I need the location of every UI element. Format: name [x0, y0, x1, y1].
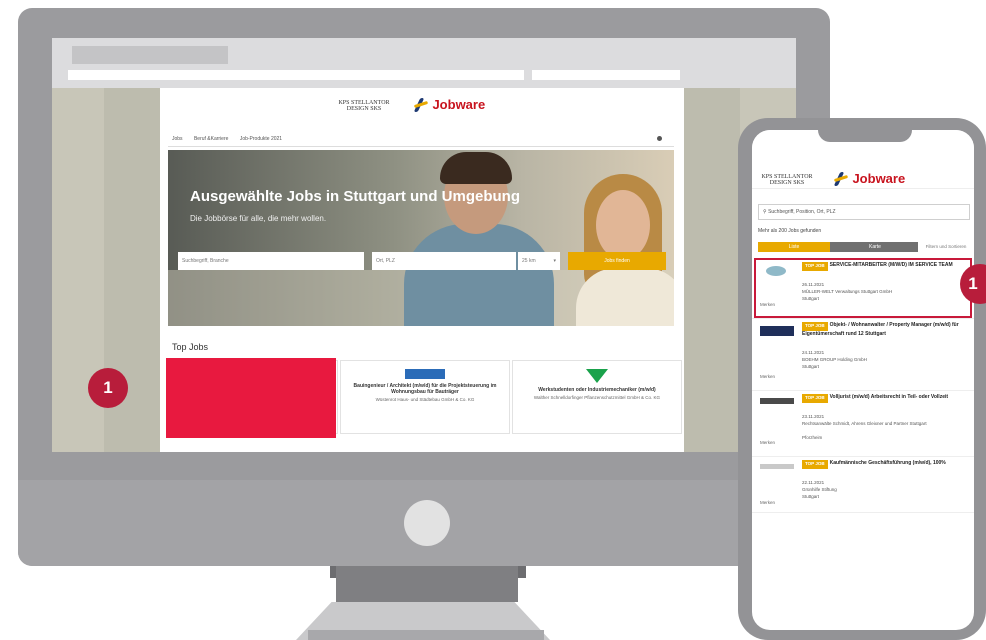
jobware-runner-icon: [413, 97, 429, 112]
top-job-card-3[interactable]: Werkstudenten oder Industriemechaniker (…: [512, 360, 682, 434]
jobware-brand-text: Jobware: [432, 97, 486, 112]
job-location: Pforzheim: [802, 435, 823, 440]
top-job-badge: TOP JOB: [802, 394, 828, 403]
job-location: Stuttgart: [802, 364, 820, 369]
page-side-right: [684, 88, 740, 452]
main-nav: Jobs Beruf &Karriere Job-Produkte 2021: [168, 132, 674, 147]
job-company: Grünhilfe Stiftung: [802, 487, 837, 492]
partner-logo: KPS STELLANTOR DESIGN SKS: [761, 174, 813, 186]
list-item[interactable]: TOP JOB Volljurist (m/w/d) Arbeitsrecht i…: [752, 390, 974, 457]
hero-subtitle: Die Jobbörse für alle, die mehr wollen.: [190, 214, 327, 223]
jobware-logo[interactable]: Jobware: [413, 96, 486, 114]
job-title-line: TOP JOB Volljurist (m/w/d) Arbeitsrecht i…: [802, 394, 968, 403]
partner-logo: KPS STELLANTOR DESIGN SKS: [338, 100, 390, 112]
result-count: Mehr als 200 Jobs gefunden: [758, 228, 822, 234]
monitor-power-button: [404, 500, 450, 546]
company-logo: [760, 464, 794, 469]
hero-title: Ausgewählte Jobs in Stuttgart und Umgebu…: [190, 188, 520, 205]
top-jobs-heading: Top Jobs: [172, 342, 209, 352]
browser-toolbar: [52, 38, 796, 88]
monitor-stand-foot: [308, 630, 544, 640]
radius-value: 25 km: [522, 258, 536, 264]
save-button[interactable]: Merken: [760, 500, 775, 505]
job-date: 24.11.2021: [802, 350, 825, 355]
highlight-box-red: [754, 258, 972, 318]
mobile-search-input[interactable]: ⚲ Suchbegriff, Position, Ort, PLZ: [758, 204, 970, 220]
save-button[interactable]: Merken: [760, 374, 775, 379]
job-title: Kaufmännische Geschäftsführung (m/w/d), …: [829, 460, 946, 466]
jobware-runner-icon: [833, 171, 849, 186]
list-item[interactable]: TOP JOB Objekt- / Wohnanwalter / Property…: [752, 318, 974, 391]
company-logo: [586, 369, 608, 383]
highlight-overlay-red: [166, 358, 336, 438]
callout-badge-left: 1: [88, 368, 128, 408]
nav-item-jobs[interactable]: Jobs: [172, 136, 183, 142]
top-job-card-2[interactable]: Bauingenieur / Architekt (m/w/d) für die…: [340, 360, 510, 434]
keyword-input[interactable]: Suchbegriff, Branche: [178, 252, 364, 270]
job-date: 22.11.2021: [802, 480, 825, 485]
hero-woman-face: [596, 190, 650, 260]
browser-address-bar[interactable]: [68, 70, 524, 80]
job-title: Volljurist (m/w/d) Arbeitsrecht in Teil-…: [829, 394, 949, 400]
phone-notch: [818, 126, 912, 142]
chevron-down-icon: ▾: [553, 258, 556, 264]
job-company: BOEHM GROUP Holding GmbH: [802, 357, 867, 362]
location-input[interactable]: Ort, PLZ: [372, 252, 516, 270]
radius-select[interactable]: 25 km ▾: [518, 252, 560, 270]
filter-sort-link[interactable]: Filtern und Sortieren: [922, 242, 970, 252]
job-title: Bauingenieur / Architekt (m/w/d) für die…: [353, 383, 497, 395]
jobware-logo[interactable]: Jobware: [833, 170, 906, 188]
monitor-screen: KPS STELLANTOR DESIGN SKS Jobware Jobs B…: [52, 38, 796, 452]
browser-search-bar[interactable]: [532, 70, 680, 80]
job-company: Wüstenrot Haus- und Städtebau GmbH & Co.…: [375, 397, 475, 402]
jobware-brand-text: Jobware: [852, 171, 906, 186]
search-icon: ⚲: [763, 209, 767, 215]
hero-banner: Ausgewählte Jobs in Stuttgart und Umgebu…: [168, 150, 674, 326]
hero-man-hair: [440, 152, 512, 184]
tab-list[interactable]: Liste: [758, 242, 830, 252]
job-date: 23.11.2021: [802, 414, 825, 419]
job-location: Stuttgart: [802, 494, 820, 499]
find-jobs-button[interactable]: Jobs finden: [568, 252, 666, 270]
job-title-line: TOP JOB Kaufmännische Geschäftsführung (m…: [802, 460, 968, 469]
browser-tab[interactable]: [72, 46, 228, 64]
job-company: Rechtsanwälte Schmidt, Ahrens Gleixner u…: [802, 421, 927, 426]
company-logo: [405, 369, 445, 379]
user-icon[interactable]: [657, 136, 662, 141]
job-title: Werkstudenten oder Industriemechaniker (…: [538, 387, 656, 393]
save-button[interactable]: Merken: [760, 440, 775, 445]
company-logo: [760, 398, 794, 404]
nav-item-products[interactable]: Job-Produkte 2021: [240, 136, 282, 142]
top-job-badge: TOP JOB: [802, 460, 828, 469]
hero-man-figure: [404, 224, 554, 326]
top-job-badge: TOP JOB: [802, 322, 828, 331]
mobile-search-placeholder: Suchbegriff, Position, Ort, PLZ: [768, 209, 836, 215]
job-company: Walther Schnelldorfinger Pflanzenschutzm…: [533, 395, 661, 400]
phone-screen: KPS STELLANTOR DESIGN SKS Jobware ⚲ Such…: [752, 130, 974, 630]
company-logo: [760, 326, 794, 336]
job-title-line: TOP JOB Objekt- / Wohnanwalter / Property…: [802, 322, 968, 337]
monitor-stand-neck: [336, 566, 518, 602]
list-item[interactable]: TOP JOB Kaufmännische Geschäftsführung (m…: [752, 456, 974, 513]
hero-woman-figure: [576, 268, 674, 326]
tab-map[interactable]: Karte: [832, 242, 918, 252]
nav-item-career[interactable]: Beruf &Karriere: [194, 136, 228, 142]
